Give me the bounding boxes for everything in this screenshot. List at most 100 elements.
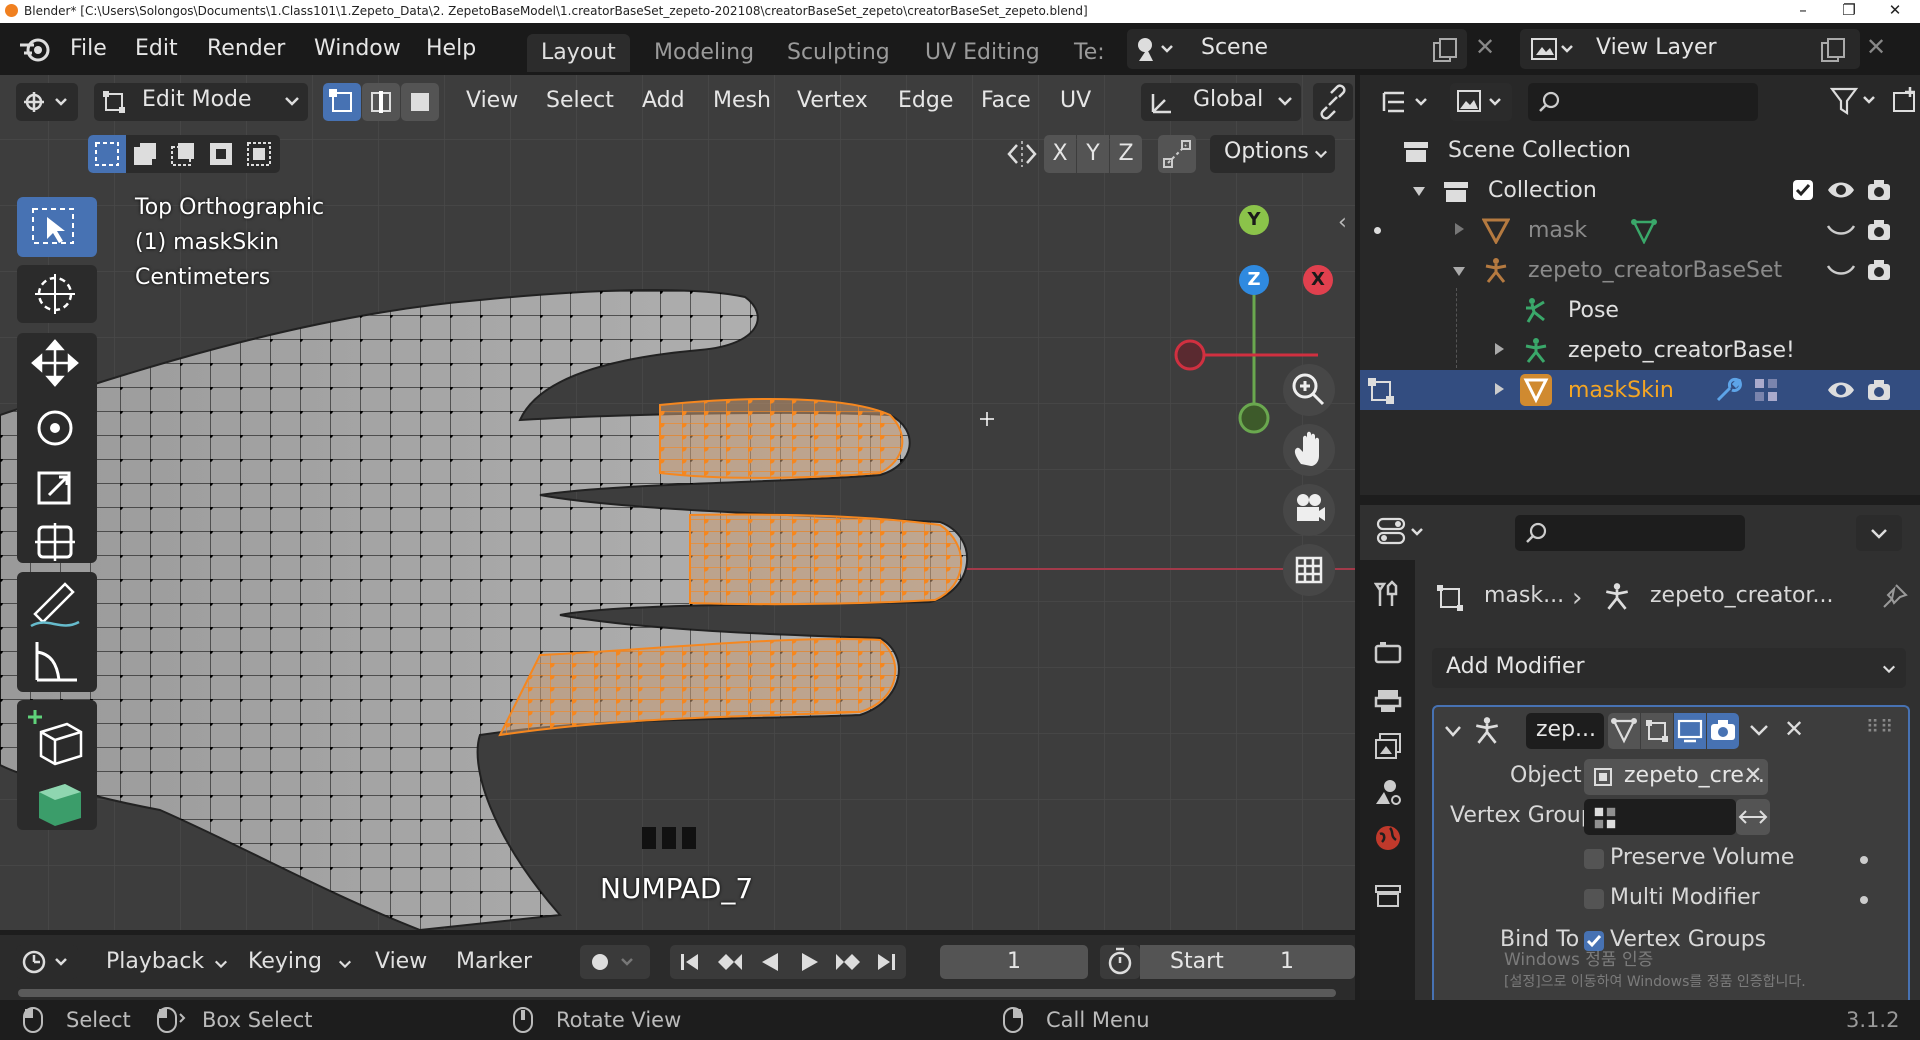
timeline-scrollbar[interactable]	[18, 989, 1336, 997]
vertex-group-field[interactable]	[1584, 799, 1736, 835]
expand-arrow-icon[interactable]	[1452, 264, 1466, 278]
preserve-volume-checkbox[interactable]	[1584, 849, 1604, 869]
remove-scene-icon[interactable]: ✕	[1475, 33, 1495, 61]
menu-add[interactable]: Add	[642, 86, 685, 116]
properties-search-input[interactable]	[1515, 515, 1745, 551]
close-window-button[interactable]: ✕	[1872, 0, 1918, 23]
menu-timeline-view[interactable]: View	[375, 945, 427, 979]
expand-arrow-icon[interactable]	[1412, 184, 1426, 198]
collapsed-arrow-icon[interactable]	[1492, 382, 1506, 396]
editor-type-button[interactable]	[16, 83, 78, 121]
menu-edge[interactable]: Edge	[898, 86, 953, 116]
render-tab-icon[interactable]	[1374, 638, 1402, 666]
area-divider-vertical[interactable]	[1355, 75, 1360, 1000]
tool-select-box[interactable]	[17, 197, 97, 257]
menu-help[interactable]: Help	[418, 34, 484, 64]
auto-keying-toggle[interactable]	[580, 945, 650, 979]
remove-modifier-icon[interactable]: ✕	[1784, 715, 1804, 743]
gizmo-y-axis[interactable]: Y	[1239, 205, 1269, 235]
mirror-y-toggle[interactable]: Y	[1077, 135, 1109, 173]
3d-viewport[interactable]: Y Z X Top Orthographic (1) maskSkin Cent…	[0, 75, 1355, 930]
scene-name[interactable]: Scene	[1201, 35, 1268, 60]
display-mode-icon[interactable]	[1450, 83, 1512, 121]
ortho-toggle-button[interactable]	[1283, 544, 1335, 596]
mirror-icon[interactable]	[1005, 139, 1039, 169]
gizmo-x-axis[interactable]: X	[1303, 265, 1333, 295]
camera-icon[interactable]	[1866, 218, 1892, 242]
select-extend-icon[interactable]	[126, 135, 164, 173]
edit-mode-cage-toggle[interactable]	[1608, 713, 1640, 749]
play-reverse-icon[interactable]	[758, 950, 782, 974]
edit-mode-toggle[interactable]	[1641, 713, 1673, 749]
filter-icon[interactable]	[1830, 85, 1882, 117]
menu-window[interactable]: Window	[306, 34, 409, 64]
tool-tab-icon[interactable]	[1374, 580, 1402, 608]
object-field[interactable]: zepeto_cre... ✕	[1584, 759, 1768, 795]
collapsed-arrow-icon[interactable]	[1492, 342, 1506, 356]
menu-select[interactable]: Select	[546, 86, 614, 116]
mirror-z-toggle[interactable]: Z	[1110, 135, 1142, 173]
menu-face[interactable]: Face	[981, 86, 1031, 116]
start-frame-field[interactable]: Start 1	[1140, 945, 1355, 979]
keyframe-dot-icon[interactable]	[1860, 896, 1868, 904]
new-scene-icon[interactable]	[1432, 37, 1458, 63]
tool-cursor[interactable]	[17, 265, 97, 323]
preview-range-toggle[interactable]	[1100, 945, 1140, 979]
camera-icon[interactable]	[1866, 178, 1892, 202]
sidebar-toggle-icon[interactable]: ‹	[1338, 210, 1347, 235]
menu-keying[interactable]: Keying	[248, 945, 322, 979]
collapse-arrow-icon[interactable]	[1444, 723, 1462, 739]
tab-sculpting[interactable]: Sculpting	[773, 34, 904, 72]
jump-end-icon[interactable]	[874, 950, 898, 974]
modifier-options-icon[interactable]	[1748, 721, 1770, 739]
play-icon[interactable]	[798, 950, 822, 974]
new-collection-icon[interactable]	[1890, 85, 1920, 115]
select-invert-icon[interactable]	[202, 135, 240, 173]
select-subtract-icon[interactable]	[164, 135, 202, 173]
eye-closed-icon[interactable]	[1826, 260, 1856, 280]
jump-keyframe-back-icon[interactable]	[716, 950, 744, 974]
view-layer-selector[interactable]: View Layer	[1520, 29, 1860, 69]
outliner-editor-type-icon[interactable]	[1376, 83, 1438, 121]
tool-add-cube[interactable]	[17, 700, 97, 830]
view-layer-name[interactable]: View Layer	[1596, 35, 1717, 60]
zoom-in-button[interactable]	[1283, 364, 1335, 416]
tool-move[interactable]	[17, 333, 97, 563]
pin-icon[interactable]	[1880, 583, 1908, 611]
outliner-row-maskskin[interactable]: maskSkin	[1360, 370, 1920, 410]
outliner-row-scene-collection[interactable]: Scene Collection	[1360, 130, 1920, 170]
exclude-checkbox[interactable]	[1793, 180, 1813, 200]
multi-modifier-checkbox[interactable]	[1584, 889, 1604, 909]
world-tab-icon[interactable]	[1374, 824, 1402, 852]
snap-toggle-icon[interactable]	[1158, 135, 1196, 173]
tool-annotate[interactable]	[17, 572, 97, 692]
menu-vertex[interactable]: Vertex	[797, 86, 868, 116]
invert-vertex-group-toggle[interactable]	[1736, 799, 1770, 835]
menu-uv[interactable]: UV	[1060, 86, 1091, 116]
timeline-editor-type-icon[interactable]	[16, 945, 78, 979]
outliner-row-mask[interactable]: mask	[1360, 210, 1920, 250]
scene-tab-icon[interactable]	[1374, 778, 1402, 806]
edit-mode-object-icon[interactable]	[1366, 376, 1396, 406]
tab-uv-editing[interactable]: UV Editing	[911, 34, 1054, 72]
face-select-mode-button[interactable]	[401, 83, 439, 121]
new-view-layer-icon[interactable]	[1820, 37, 1846, 63]
tab-layout[interactable]: Layout	[527, 34, 630, 72]
mirror-x-toggle[interactable]: X	[1044, 135, 1076, 173]
clear-object-icon[interactable]: ✕	[1744, 763, 1762, 788]
jump-keyframe-forward-icon[interactable]	[834, 950, 862, 974]
remove-view-layer-icon[interactable]: ✕	[1866, 33, 1886, 61]
output-tab-icon[interactable]	[1374, 686, 1402, 714]
outliner-search-input[interactable]	[1528, 83, 1758, 121]
menu-playback[interactable]: Playback	[106, 945, 204, 979]
blender-logo-icon[interactable]	[18, 33, 52, 65]
outliner-row-armature[interactable]: zepeto_creatorBaseSet	[1360, 250, 1920, 290]
drag-handle-icon[interactable]: ⠿⠿	[1866, 717, 1894, 738]
edge-select-mode-button[interactable]	[362, 83, 400, 121]
tab-texture-paint[interactable]: Te:	[1060, 34, 1119, 72]
menu-view[interactable]: View	[466, 86, 518, 116]
menu-edit[interactable]: Edit	[127, 34, 186, 64]
select-intersect-icon[interactable]	[240, 135, 278, 173]
collapsed-arrow-icon[interactable]	[1452, 222, 1466, 236]
tab-modeling[interactable]: Modeling	[640, 34, 768, 72]
